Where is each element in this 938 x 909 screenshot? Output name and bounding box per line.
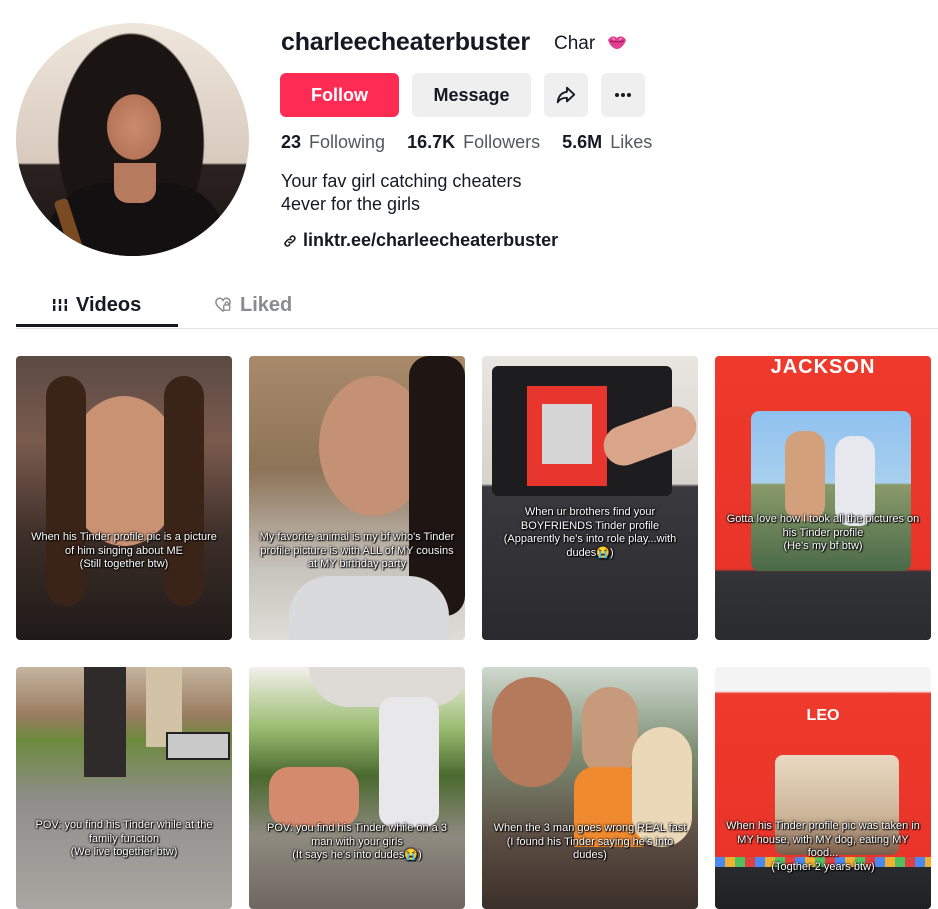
- likes-count: 5.6M: [562, 132, 603, 152]
- following-count: 23: [281, 132, 302, 152]
- profile-tabs: Videos Liked: [16, 284, 938, 329]
- bio-line: 4ever for the girls: [281, 194, 421, 214]
- video-card[interactable]: When the 3 man goes wrong REAL fast (I f…: [482, 667, 698, 909]
- profile-avatar[interactable]: [16, 23, 249, 256]
- profile-stats: 23 Following 16.7K Followers 5.6M Likes: [281, 132, 674, 153]
- video-caption: When his Tinder profile pic is a picture…: [31, 531, 217, 570]
- video-caption: Gotta love how I took all the pictures o…: [726, 513, 920, 552]
- tab-videos-label: Videos: [76, 293, 142, 316]
- likes-stat: 5.6M Likes: [562, 132, 652, 153]
- message-button[interactable]: Message: [412, 73, 531, 117]
- link-icon: [284, 234, 296, 247]
- followers-label: Followers: [463, 132, 541, 152]
- more-icon: [615, 93, 631, 97]
- video-caption: When his Tinder profile pic was taken in…: [726, 820, 920, 873]
- profile-username: charleecheaterbuster: [281, 28, 530, 56]
- video-card[interactable]: POV: you find his Tinder while on a 3 ma…: [249, 667, 465, 909]
- bio-line: Your fav girl catching cheaters: [281, 171, 522, 191]
- video-card[interactable]: When his Tinder profile pic is a picture…: [16, 356, 232, 640]
- follow-button[interactable]: Follow: [280, 73, 399, 117]
- lips-icon: [608, 36, 626, 49]
- video-overlay-title: JACKSON: [770, 356, 876, 378]
- video-overlay-title: LEO: [806, 707, 840, 724]
- profile-bio: Your fav girl catching cheaters 4ever fo…: [281, 170, 521, 216]
- profile-link-text: linktr.ee/charleecheaterbuster: [303, 230, 559, 250]
- video-caption: When ur brothers find your BOYFRIENDS Ti…: [503, 506, 677, 559]
- video-caption: My favorite animal is my bf who's Tinder…: [259, 531, 455, 570]
- following-stat[interactable]: 23 Following: [281, 132, 385, 153]
- share-button[interactable]: [544, 73, 588, 117]
- following-label: Following: [309, 132, 386, 152]
- video-caption: When the 3 man goes wrong REAL fast (I f…: [493, 822, 687, 861]
- more-options-button[interactable]: [601, 73, 645, 117]
- video-caption: POV: you find his Tinder while on a 3 ma…: [267, 822, 447, 861]
- video-card[interactable]: LEO When his Tinder profile pic was take…: [715, 667, 931, 909]
- video-card[interactable]: When ur brothers find your BOYFRIENDS Ti…: [482, 356, 698, 640]
- tab-liked[interactable]: Liked: [214, 284, 292, 326]
- profile-link[interactable]: linktr.ee/charleecheaterbuster: [283, 230, 558, 251]
- share-icon: [556, 86, 576, 104]
- followers-stat[interactable]: 16.7K Followers: [407, 132, 540, 153]
- video-card[interactable]: My favorite animal is my bf who's Tinder…: [249, 356, 465, 640]
- tab-active-indicator: [16, 324, 178, 327]
- grid-icon: [53, 299, 67, 311]
- followers-count: 16.7K: [407, 132, 456, 152]
- profile-nickname: Char: [554, 33, 596, 54]
- liked-heart-icon: [215, 297, 231, 312]
- video-caption: POV: you find his Tinder while at the fa…: [35, 819, 213, 858]
- video-card[interactable]: POV: you find his Tinder while at the fa…: [16, 667, 232, 909]
- video-card[interactable]: JACKSON Gotta love how I took all the pi…: [715, 356, 931, 640]
- tab-videos[interactable]: Videos: [52, 284, 141, 326]
- likes-label: Likes: [610, 132, 653, 152]
- tab-liked-label: Liked: [240, 293, 293, 316]
